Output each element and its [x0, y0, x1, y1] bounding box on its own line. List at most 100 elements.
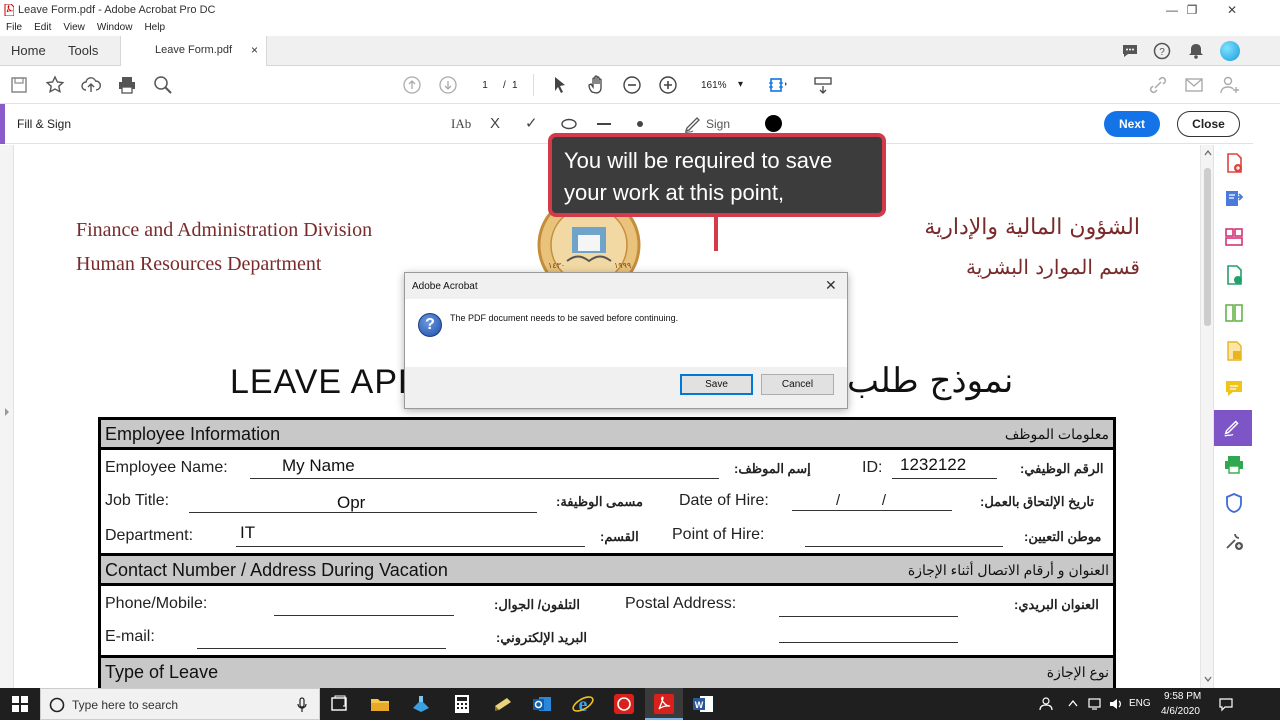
job-title-value[interactable]: Opr [337, 493, 365, 513]
date-of-hire-field[interactable] [792, 510, 952, 511]
bookmark-star-icon[interactable] [44, 74, 66, 96]
tab-home[interactable]: Home [11, 36, 46, 66]
menu-help[interactable]: Help [138, 20, 171, 36]
sign-label[interactable]: Sign [706, 117, 730, 131]
dot-tool-icon[interactable] [635, 119, 645, 129]
task-view-icon[interactable] [327, 692, 351, 716]
cross-mark-tool[interactable]: X [490, 115, 500, 132]
compare-files-icon[interactable] [1222, 301, 1246, 325]
search-zoom-icon[interactable] [152, 74, 174, 96]
comment-icon[interactable] [1121, 42, 1139, 60]
hand-tool-icon[interactable] [585, 74, 607, 96]
zoom-in-icon[interactable] [657, 74, 679, 96]
add-user-icon[interactable] [1219, 74, 1241, 96]
id-field[interactable] [892, 478, 997, 479]
network-app-icon[interactable] [409, 692, 433, 716]
scroll-down-icon[interactable] [1204, 676, 1212, 682]
keyboard-scroll-icon[interactable] [812, 74, 834, 96]
combine-files-icon[interactable] [1222, 339, 1246, 363]
paint-app-icon[interactable] [491, 692, 515, 716]
language-indicator[interactable]: ENG [1129, 698, 1151, 709]
point-of-hire-field[interactable] [805, 546, 1003, 547]
outlook-icon[interactable] [530, 692, 554, 716]
microphone-icon[interactable] [297, 697, 307, 713]
zoom-out-icon[interactable] [621, 74, 643, 96]
show-hidden-icons-icon[interactable] [1068, 699, 1078, 707]
user-avatar[interactable] [1220, 41, 1240, 61]
close-tab-icon[interactable]: × [251, 43, 258, 57]
next-button[interactable]: Next [1104, 111, 1160, 137]
people-icon[interactable] [1038, 697, 1054, 711]
print-icon[interactable] [116, 74, 138, 96]
notification-bell-icon[interactable] [1187, 42, 1205, 60]
maximize-button[interactable]: ❐ [1172, 0, 1212, 20]
postal-address-field[interactable] [779, 616, 958, 617]
more-tools-icon[interactable] [1222, 529, 1246, 553]
next-page-icon[interactable] [437, 74, 459, 96]
vertical-scrollbar[interactable] [1200, 145, 1213, 688]
select-pointer-icon[interactable] [549, 74, 571, 96]
tab-document[interactable]: Leave Form.pdf × [120, 36, 267, 67]
save-icon[interactable] [8, 74, 30, 96]
comment-tool-icon[interactable] [1222, 377, 1246, 401]
postal-address-field-line2[interactable] [779, 642, 958, 643]
acrobat-pro-taskbar-active[interactable] [645, 688, 683, 720]
organize-pages-icon[interactable] [1222, 225, 1246, 249]
network-icon[interactable] [1087, 696, 1103, 712]
department-value[interactable]: IT [240, 523, 255, 543]
line-tool-icon[interactable] [596, 122, 612, 126]
email-field[interactable] [197, 648, 446, 649]
save-button[interactable]: Save [680, 374, 753, 395]
edit-pdf-icon[interactable] [1222, 263, 1246, 287]
start-button[interactable] [0, 688, 40, 720]
taskbar-search-box[interactable]: Type here to search [40, 688, 320, 720]
acrobat-reader-icon[interactable] [612, 692, 636, 716]
export-pdf-icon[interactable] [1222, 187, 1246, 211]
scrollbar-thumb[interactable] [1204, 168, 1211, 326]
close-window-button[interactable]: ✕ [1212, 0, 1252, 20]
expand-left-panel-icon[interactable] [3, 407, 11, 417]
dialog-close-icon[interactable]: ✕ [825, 277, 837, 294]
file-explorer-icon[interactable] [368, 692, 392, 716]
sign-pen-icon[interactable] [683, 114, 703, 134]
check-mark-tool[interactable]: ✓ [525, 114, 538, 132]
left-panel-toggle[interactable] [0, 145, 14, 688]
create-pdf-icon[interactable] [1222, 151, 1246, 175]
print-production-icon[interactable] [1222, 453, 1246, 477]
menu-view[interactable]: View [57, 20, 91, 36]
calculator-icon[interactable] [450, 692, 474, 716]
color-picker[interactable] [765, 115, 782, 132]
clock-date[interactable]: 4/6/2020 [1161, 706, 1200, 717]
help-icon[interactable]: ? [1153, 42, 1171, 60]
zoom-dropdown[interactable]: 161% ▾ [693, 75, 751, 95]
link-share-icon[interactable] [1147, 74, 1169, 96]
add-text-tool[interactable]: IAb [451, 116, 471, 132]
page-separator: / [503, 80, 506, 91]
department-field[interactable] [236, 546, 585, 547]
employee-name-value[interactable]: My Name [282, 456, 355, 476]
phone-field[interactable] [274, 615, 454, 616]
date-of-hire-value[interactable]: / / [836, 492, 886, 509]
word-icon[interactable]: W [691, 692, 715, 716]
email-icon[interactable] [1183, 74, 1205, 96]
previous-page-icon[interactable] [401, 74, 423, 96]
upload-cloud-icon[interactable] [80, 74, 102, 96]
id-value[interactable]: 1232122 [900, 455, 966, 475]
internet-explorer-icon[interactable]: e [571, 692, 595, 716]
fill-sign-tool-active[interactable] [1214, 410, 1252, 446]
menu-edit[interactable]: Edit [28, 20, 57, 36]
fit-page-icon[interactable] [766, 74, 788, 96]
employee-name-field[interactable] [250, 478, 719, 479]
tab-tools[interactable]: Tools [68, 36, 98, 66]
menu-window[interactable]: Window [91, 20, 139, 36]
scroll-up-icon[interactable] [1204, 150, 1212, 156]
menu-file[interactable]: File [0, 20, 28, 36]
clock-time[interactable]: 9:58 PM [1164, 691, 1201, 702]
volume-icon[interactable] [1108, 696, 1124, 712]
page-number-input[interactable]: 1 [470, 76, 500, 94]
circle-tool-icon[interactable] [560, 118, 578, 130]
cancel-button[interactable]: Cancel [761, 374, 834, 395]
action-center-icon[interactable] [1218, 696, 1234, 712]
close-button[interactable]: Close [1177, 111, 1240, 137]
protect-shield-icon[interactable] [1222, 491, 1246, 515]
